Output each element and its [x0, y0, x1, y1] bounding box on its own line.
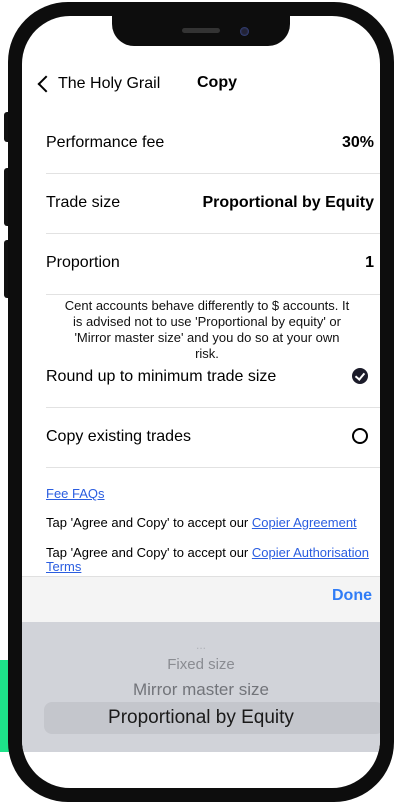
picker-option-proportional-by-equity[interactable]: Proportional by Equity	[22, 707, 380, 729]
proportion-value[interactable]: 1	[365, 254, 374, 272]
speaker-grille	[182, 28, 220, 33]
performance-fee-value: 30%	[341, 134, 374, 151]
proportion-label: Proportion	[46, 254, 120, 271]
fee-faqs-link[interactable]: Fee FAQs	[46, 486, 105, 501]
phone-screen: The Holy Grail Copy Performance fee 30% …	[22, 16, 380, 788]
navigation-bar: The Holy Grail Copy	[22, 70, 380, 98]
performance-fee-label: Performance fee	[46, 134, 165, 151]
picker-option-mirror-master-size[interactable]: Mirror master size	[22, 680, 380, 700]
divider	[46, 294, 380, 295]
picker-option-ellipsis[interactable]: ...	[22, 638, 380, 652]
trade-size-row[interactable]: Trade size Proportional by Equity	[46, 174, 380, 234]
trade-size-picker[interactable]: ... Fixed size Mirror master size Propor…	[22, 622, 380, 752]
chevron-left-icon	[37, 75, 55, 93]
copier-agreement-text: Tap 'Agree and Copy' to accept our Copie…	[46, 516, 380, 530]
page-title: Copy	[197, 74, 237, 91]
performance-fee-row: Performance fee 30%	[46, 114, 380, 174]
front-camera-icon	[240, 27, 249, 36]
round-up-row[interactable]: Round up to minimum trade size	[46, 348, 380, 408]
notch	[112, 16, 290, 46]
copier-agreement-link[interactable]: Copier Agreement	[252, 515, 357, 530]
back-label: The Holy Grail	[58, 75, 161, 92]
proportion-row[interactable]: Proportion 1	[46, 234, 380, 294]
trade-size-value[interactable]: Proportional by Equity	[202, 194, 374, 212]
picker-option-fixed-size[interactable]: Fixed size	[22, 656, 380, 673]
back-button[interactable]: The Holy Grail	[36, 72, 160, 96]
trade-size-label: Trade size	[46, 194, 121, 211]
agree-prefix-2: Tap 'Agree and Copy' to accept our	[46, 545, 252, 560]
copy-existing-row[interactable]: Copy existing trades	[46, 408, 380, 468]
picker-toolbar: Done	[22, 576, 380, 623]
round-up-label: Round up to minimum trade size	[46, 368, 277, 385]
agree-prefix-1: Tap 'Agree and Copy' to accept our	[46, 515, 252, 530]
copier-authorisation-text: Tap 'Agree and Copy' to accept our Copie…	[46, 546, 380, 574]
checkmark-circle-icon[interactable]	[352, 368, 368, 384]
empty-circle-icon[interactable]	[352, 428, 368, 444]
done-button[interactable]: Done	[332, 587, 372, 605]
copy-existing-label: Copy existing trades	[46, 428, 191, 445]
phone-frame: The Holy Grail Copy Performance fee 30% …	[8, 2, 394, 802]
